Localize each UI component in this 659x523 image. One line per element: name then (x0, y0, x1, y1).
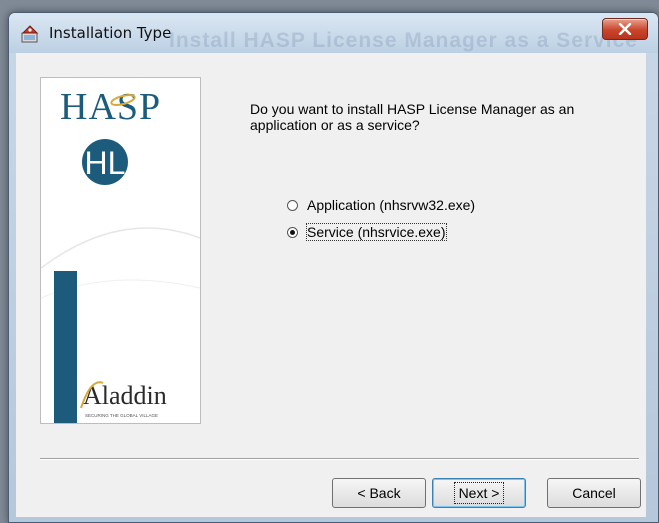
question-line-1: Do you want to install HASP License Mana… (250, 101, 575, 117)
close-icon (618, 23, 632, 35)
branding-panel: HASP HL Aladdin SECURING THE GLOBAL VILL… (40, 77, 201, 424)
hasp-logo-text: HASP (60, 86, 161, 128)
hl-badge-text: HL (85, 145, 126, 181)
brand-accent-bar (54, 271, 77, 423)
window-title: Installation Type (49, 24, 172, 42)
aladdin-tagline: SECURING THE GLOBAL VILLAGE (85, 413, 158, 418)
back-button[interactable]: < Back (332, 478, 426, 508)
aladdin-logo-text: Aladdin (83, 381, 167, 410)
option-service[interactable]: Service (nhsrvice.exe) (287, 223, 447, 241)
application-radio[interactable] (287, 199, 298, 211)
title-bar[interactable]: Install HASP License Manager as a Servic… (9, 13, 658, 53)
service-radio[interactable] (287, 226, 298, 238)
cancel-button[interactable]: Cancel (547, 478, 641, 508)
installer-app-icon (21, 25, 39, 43)
service-label[interactable]: Service (nhsrvice.exe) (306, 223, 447, 241)
question-line-2: application or as a service? (250, 117, 420, 133)
option-application[interactable]: Application (nhsrvw32.exe) (287, 197, 475, 213)
next-button[interactable]: Next > (432, 478, 526, 508)
background-window-title: Install HASP License Manager as a Servic… (169, 29, 638, 52)
next-button-label: Next > (453, 482, 505, 504)
button-separator (40, 458, 639, 460)
close-button[interactable] (602, 18, 648, 40)
application-label[interactable]: Application (nhsrvw32.exe) (307, 197, 475, 213)
installer-window: Install HASP License Manager as a Servic… (8, 12, 659, 523)
branding-artwork: HASP HL Aladdin SECURING THE GLOBAL VILL… (41, 86, 200, 423)
question-text: Do you want to install HASP License Mana… (250, 101, 610, 133)
dialog-client-area: HASP HL Aladdin SECURING THE GLOBAL VILL… (16, 53, 646, 517)
